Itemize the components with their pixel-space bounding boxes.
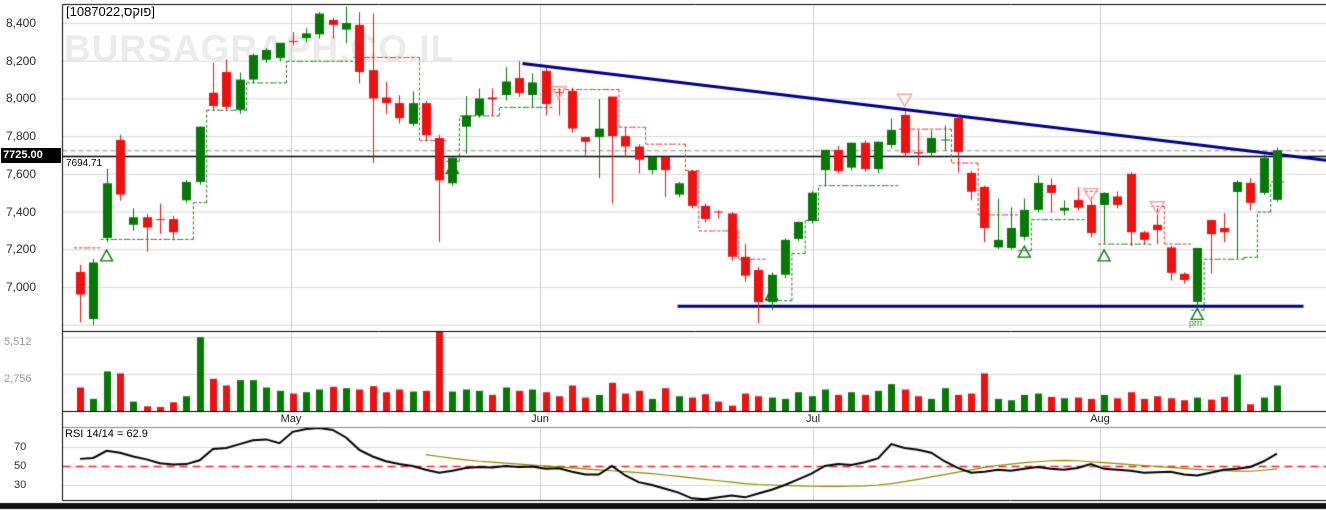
rsi-tick-label: 70 xyxy=(14,441,27,453)
price-tick-label: 7,400 xyxy=(6,205,37,219)
last-price-badge: 7725.00 xyxy=(1,148,61,163)
volume-tick-label: 2,756 xyxy=(4,373,32,385)
rsi-tick-label: 50 xyxy=(14,460,27,472)
price-tick-label: 7,200 xyxy=(6,242,37,256)
price-tick-label: 8,000 xyxy=(6,91,37,105)
rsi-tick-label: 30 xyxy=(14,479,27,491)
month-label: Jun xyxy=(531,413,549,425)
volume-tick-label: 5,512 xyxy=(4,336,32,348)
buy-signal-text: prn xyxy=(1189,318,1203,328)
price-tick-label: 7,000 xyxy=(6,280,37,294)
ref-price-label: 7694.71 xyxy=(64,158,105,169)
price-tick-label: 7,800 xyxy=(6,129,37,143)
price-tick-label: 7,600 xyxy=(6,167,37,181)
month-label: Jul xyxy=(805,413,821,425)
month-label: May xyxy=(280,413,302,425)
symbol-title: [1087022,פוקס] xyxy=(66,4,155,19)
month-label: Aug xyxy=(1090,413,1110,425)
price-tick-label: 8,400 xyxy=(6,16,37,30)
chart-window: BURSAGRAPH.CO.IL [1087022,פוקס] 7725.00 … xyxy=(0,0,1326,510)
price-tick-label: 8,200 xyxy=(6,54,37,68)
rsi-indicator-label: RSI 14/14 = 62.9 xyxy=(65,428,148,440)
chart-plot-area[interactable] xyxy=(0,0,1326,510)
